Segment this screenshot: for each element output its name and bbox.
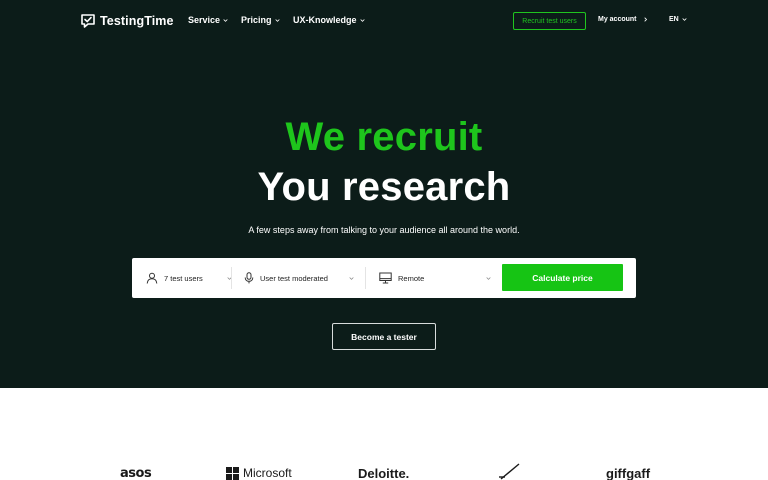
- language-label: EN: [669, 16, 679, 23]
- recruit-test-users-button[interactable]: Recruit test users: [513, 12, 586, 30]
- person-icon: [146, 272, 158, 284]
- chevron-down-icon: [359, 18, 365, 22]
- become-tester-button[interactable]: Become a tester: [332, 323, 436, 350]
- test-users-select[interactable]: 7 test users: [146, 258, 232, 298]
- test-type-value: User test moderated: [260, 273, 328, 283]
- test-mode-value: Remote: [398, 273, 425, 283]
- chevron-down-icon: [223, 18, 228, 22]
- hero-headline-green: We recruit: [285, 115, 483, 159]
- chevron-down-icon: [349, 276, 354, 280]
- price-calculator-bar: 7 test users User test moderated Remote …: [132, 258, 636, 298]
- field-divider: [365, 267, 366, 289]
- hero-subtitle: A few steps away from talking to your au…: [248, 225, 520, 235]
- brand-logo[interactable]: TestingTime: [80, 12, 174, 30]
- language-selector[interactable]: EN: [669, 16, 687, 23]
- deloitte-logo-text: Deloitte.: [358, 466, 410, 480]
- calculate-price-button[interactable]: Calculate price: [502, 264, 623, 291]
- nav-ux-knowledge-label: UX-Knowledge: [293, 15, 357, 25]
- nav-pricing-label: Pricing: [241, 15, 272, 25]
- chat-check-icon: [81, 14, 95, 28]
- client-logo-giffgaff: giffgaff: [606, 466, 650, 480]
- chevron-down-icon: [274, 18, 280, 22]
- nav-pricing[interactable]: Pricing: [241, 15, 280, 25]
- chevron-right-icon: [643, 17, 647, 22]
- hero-headline-white: You research: [257, 165, 511, 209]
- monitor-icon: [379, 272, 392, 284]
- giffgaff-logo-text: giffgaff: [606, 466, 651, 480]
- nav-ux-knowledge[interactable]: UX-Knowledge: [293, 15, 365, 25]
- microsoft-grid-icon: [226, 466, 239, 480]
- client-logo-mark-icon: [499, 463, 520, 480]
- chevron-down-icon: [682, 18, 687, 21]
- brand-name: TestingTime: [100, 14, 174, 28]
- hero-section: TestingTime Service Pricing UX-Knowledge…: [0, 0, 768, 388]
- field-divider: [231, 267, 232, 289]
- chevron-down-icon: [486, 276, 491, 280]
- my-account-label: My account: [598, 16, 637, 23]
- test-mode-select[interactable]: Remote: [379, 258, 491, 298]
- asos-logo-text: asos: [120, 466, 152, 480]
- test-users-value: 7 test users: [164, 273, 203, 283]
- client-logo-asos: asos: [120, 466, 152, 480]
- my-account-link[interactable]: My account: [598, 16, 648, 23]
- client-logo-microsoft: Microsoft: [226, 466, 292, 480]
- microsoft-logo-text: Microsoft: [243, 466, 292, 480]
- client-logo-deloitte: Deloitte.: [358, 466, 409, 480]
- nav-service[interactable]: Service: [188, 15, 228, 25]
- microphone-icon: [244, 272, 254, 284]
- nav-service-label: Service: [188, 15, 221, 25]
- test-type-select[interactable]: User test moderated: [244, 258, 354, 298]
